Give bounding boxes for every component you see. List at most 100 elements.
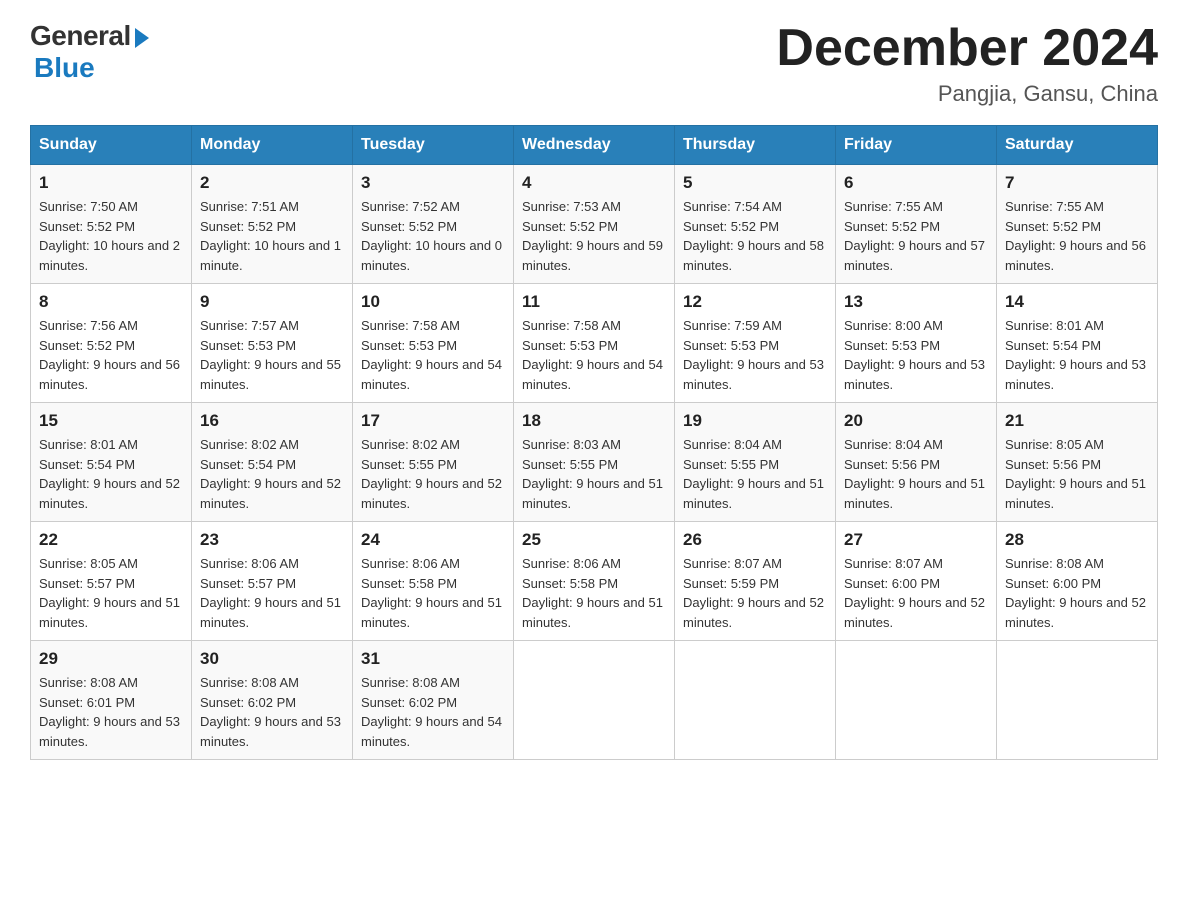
calendar-day-cell: 12Sunrise: 7:59 AMSunset: 5:53 PMDayligh… xyxy=(675,284,836,403)
day-info: Sunrise: 7:56 AMSunset: 5:52 PMDaylight:… xyxy=(39,316,183,394)
calendar-day-cell: 27 Sunrise: 8:07 AMSunset: 6:00 PMDayligh… xyxy=(836,522,997,641)
calendar-day-cell: 4Sunrise: 7:53 AMSunset: 5:52 PMDaylight… xyxy=(514,165,675,284)
calendar-day-cell: 14Sunrise: 8:01 AMSunset: 5:54 PMDayligh… xyxy=(997,284,1158,403)
day-info: Sunrise: 7:55 AMSunset: 5:52 PMDaylight:… xyxy=(1005,197,1149,275)
calendar-day-cell: 13 Sunrise: 8:00 AMSunset: 5:53 PMDayligh… xyxy=(836,284,997,403)
calendar-table: SundayMondayTuesdayWednesdayThursdayFrid… xyxy=(30,125,1158,760)
header-monday: Monday xyxy=(192,126,353,165)
header-saturday: Saturday xyxy=(997,126,1158,165)
day-info: Sunrise: 8:06 AMSunset: 5:57 PMDaylight:… xyxy=(200,554,344,632)
day-info: Sunrise: 8:05 AMSunset: 5:56 PMDaylight:… xyxy=(1005,435,1149,513)
day-number: 7 xyxy=(1005,173,1149,193)
day-info: Sunrise: 7:57 AMSunset: 5:53 PMDaylight:… xyxy=(200,316,344,394)
day-number: 28 xyxy=(1005,530,1149,550)
calendar-day-cell: 8 Sunrise: 7:56 AMSunset: 5:52 PMDaylight… xyxy=(31,284,192,403)
day-info: Sunrise: 7:58 AMSunset: 5:53 PMDaylight:… xyxy=(522,316,666,394)
calendar-day-cell: 15 Sunrise: 8:01 AMSunset: 5:54 PMDayligh… xyxy=(31,403,192,522)
day-info: Sunrise: 8:02 AMSunset: 5:55 PMDaylight:… xyxy=(361,435,505,513)
calendar-day-cell xyxy=(675,641,836,760)
calendar-week-row: 1 Sunrise: 7:50 AMSunset: 5:52 PMDaylight… xyxy=(31,165,1158,284)
day-info: Sunrise: 7:55 AMSunset: 5:52 PMDaylight:… xyxy=(844,197,988,275)
day-number: 31 xyxy=(361,649,505,669)
header-tuesday: Tuesday xyxy=(353,126,514,165)
calendar-day-cell: 25 Sunrise: 8:06 AMSunset: 5:58 PMDayligh… xyxy=(514,522,675,641)
calendar-day-cell: 2 Sunrise: 7:51 AMSunset: 5:52 PMDaylight… xyxy=(192,165,353,284)
calendar-header: SundayMondayTuesdayWednesdayThursdayFrid… xyxy=(31,126,1158,165)
logo: General Blue xyxy=(30,20,149,84)
day-number: 8 xyxy=(39,292,183,312)
day-number: 29 xyxy=(39,649,183,669)
calendar-day-cell: 17Sunrise: 8:02 AMSunset: 5:55 PMDayligh… xyxy=(353,403,514,522)
calendar-day-cell: 29Sunrise: 8:08 AMSunset: 6:01 PMDayligh… xyxy=(31,641,192,760)
day-info: Sunrise: 8:08 AMSunset: 6:02 PMDaylight:… xyxy=(361,673,505,751)
day-number: 13 xyxy=(844,292,988,312)
calendar-day-cell: 26Sunrise: 8:07 AMSunset: 5:59 PMDayligh… xyxy=(675,522,836,641)
calendar-subtitle: Pangjia, Gansu, China xyxy=(776,81,1158,107)
day-number: 10 xyxy=(361,292,505,312)
day-number: 6 xyxy=(844,173,988,193)
day-info: Sunrise: 8:06 AMSunset: 5:58 PMDaylight:… xyxy=(361,554,505,632)
calendar-week-row: 22 Sunrise: 8:05 AMSunset: 5:57 PMDayligh… xyxy=(31,522,1158,641)
day-info: Sunrise: 7:54 AMSunset: 5:52 PMDaylight:… xyxy=(683,197,827,275)
calendar-day-cell xyxy=(997,641,1158,760)
day-number: 19 xyxy=(683,411,827,431)
header-row: SundayMondayTuesdayWednesdayThursdayFrid… xyxy=(31,126,1158,165)
logo-blue-text: Blue xyxy=(34,52,95,84)
day-number: 23 xyxy=(200,530,344,550)
day-info: Sunrise: 8:00 AMSunset: 5:53 PMDaylight:… xyxy=(844,316,988,394)
calendar-day-cell: 19 Sunrise: 8:04 AMSunset: 5:55 PMDayligh… xyxy=(675,403,836,522)
calendar-day-cell: 21 Sunrise: 8:05 AMSunset: 5:56 PMDayligh… xyxy=(997,403,1158,522)
day-number: 30 xyxy=(200,649,344,669)
day-info: Sunrise: 8:07 AMSunset: 6:00 PMDaylight:… xyxy=(844,554,988,632)
day-number: 1 xyxy=(39,173,183,193)
day-info: Sunrise: 8:04 AMSunset: 5:56 PMDaylight:… xyxy=(844,435,988,513)
header-friday: Friday xyxy=(836,126,997,165)
calendar-day-cell: 16Sunrise: 8:02 AMSunset: 5:54 PMDayligh… xyxy=(192,403,353,522)
calendar-title: December 2024 xyxy=(776,20,1158,77)
calendar-day-cell: 30Sunrise: 8:08 AMSunset: 6:02 PMDayligh… xyxy=(192,641,353,760)
day-number: 15 xyxy=(39,411,183,431)
day-info: Sunrise: 8:07 AMSunset: 5:59 PMDaylight:… xyxy=(683,554,827,632)
header-sunday: Sunday xyxy=(31,126,192,165)
day-info: Sunrise: 7:51 AMSunset: 5:52 PMDaylight:… xyxy=(200,197,344,275)
day-info: Sunrise: 8:03 AMSunset: 5:55 PMDaylight:… xyxy=(522,435,666,513)
calendar-week-row: 15 Sunrise: 8:01 AMSunset: 5:54 PMDayligh… xyxy=(31,403,1158,522)
day-number: 2 xyxy=(200,173,344,193)
day-number: 21 xyxy=(1005,411,1149,431)
page-header: General Blue December 2024 Pangjia, Gans… xyxy=(30,20,1158,107)
day-number: 4 xyxy=(522,173,666,193)
day-info: Sunrise: 8:08 AMSunset: 6:00 PMDaylight:… xyxy=(1005,554,1149,632)
calendar-body: 1 Sunrise: 7:50 AMSunset: 5:52 PMDaylight… xyxy=(31,165,1158,760)
day-info: Sunrise: 8:05 AMSunset: 5:57 PMDaylight:… xyxy=(39,554,183,632)
day-number: 11 xyxy=(522,292,666,312)
day-number: 25 xyxy=(522,530,666,550)
header-thursday: Thursday xyxy=(675,126,836,165)
day-info: Sunrise: 8:01 AMSunset: 5:54 PMDaylight:… xyxy=(39,435,183,513)
day-number: 9 xyxy=(200,292,344,312)
day-info: Sunrise: 7:50 AMSunset: 5:52 PMDaylight:… xyxy=(39,197,183,275)
calendar-day-cell: 6 Sunrise: 7:55 AMSunset: 5:52 PMDaylight… xyxy=(836,165,997,284)
calendar-day-cell: 10Sunrise: 7:58 AMSunset: 5:53 PMDayligh… xyxy=(353,284,514,403)
logo-general-text: General xyxy=(30,20,131,52)
day-info: Sunrise: 8:06 AMSunset: 5:58 PMDaylight:… xyxy=(522,554,666,632)
calendar-day-cell: 22 Sunrise: 8:05 AMSunset: 5:57 PMDayligh… xyxy=(31,522,192,641)
calendar-day-cell: 31 Sunrise: 8:08 AMSunset: 6:02 PMDayligh… xyxy=(353,641,514,760)
day-info: Sunrise: 7:52 AMSunset: 5:52 PMDaylight:… xyxy=(361,197,505,275)
day-number: 24 xyxy=(361,530,505,550)
calendar-day-cell: 9 Sunrise: 7:57 AMSunset: 5:53 PMDaylight… xyxy=(192,284,353,403)
calendar-day-cell: 11 Sunrise: 7:58 AMSunset: 5:53 PMDayligh… xyxy=(514,284,675,403)
calendar-week-row: 8 Sunrise: 7:56 AMSunset: 5:52 PMDaylight… xyxy=(31,284,1158,403)
calendar-day-cell: 20 Sunrise: 8:04 AMSunset: 5:56 PMDayligh… xyxy=(836,403,997,522)
day-number: 22 xyxy=(39,530,183,550)
day-info: Sunrise: 8:04 AMSunset: 5:55 PMDaylight:… xyxy=(683,435,827,513)
calendar-day-cell: 18Sunrise: 8:03 AMSunset: 5:55 PMDayligh… xyxy=(514,403,675,522)
day-number: 12 xyxy=(683,292,827,312)
calendar-day-cell: 7 Sunrise: 7:55 AMSunset: 5:52 PMDaylight… xyxy=(997,165,1158,284)
day-number: 27 xyxy=(844,530,988,550)
day-number: 20 xyxy=(844,411,988,431)
day-info: Sunrise: 8:02 AMSunset: 5:54 PMDaylight:… xyxy=(200,435,344,513)
calendar-day-cell: 1 Sunrise: 7:50 AMSunset: 5:52 PMDaylight… xyxy=(31,165,192,284)
calendar-day-cell xyxy=(514,641,675,760)
day-number: 14 xyxy=(1005,292,1149,312)
calendar-day-cell: 5Sunrise: 7:54 AMSunset: 5:52 PMDaylight… xyxy=(675,165,836,284)
